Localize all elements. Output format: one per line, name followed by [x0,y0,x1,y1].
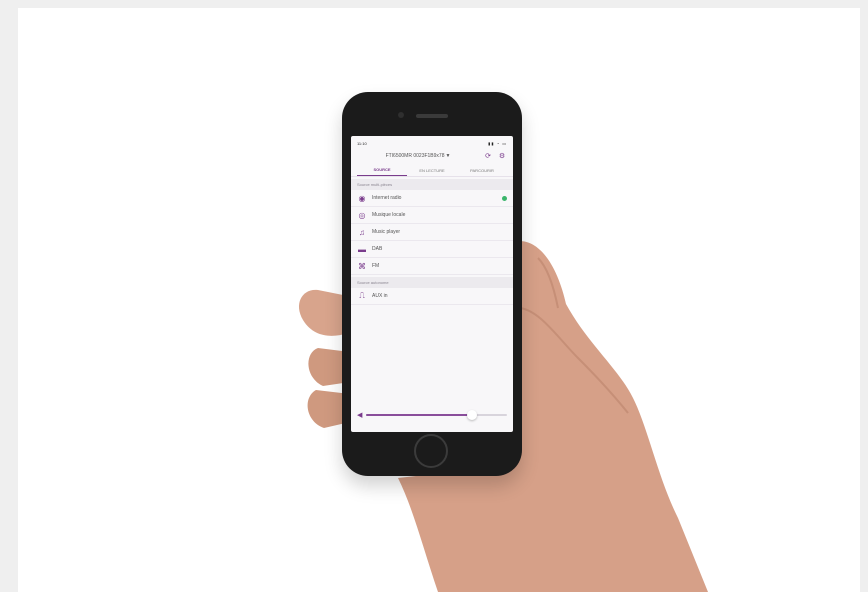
source-fm[interactable]: ⌘ FM [351,258,513,275]
refresh-icon[interactable]: ⟳ [483,151,493,161]
source-label: FM [372,263,380,269]
tab-source[interactable]: SOURCE [357,164,407,176]
volume-control: ◀ [351,408,513,422]
tab-parcourir[interactable]: PARCOURIR [457,164,507,176]
source-dab[interactable]: ▬ DAB [351,241,513,258]
active-indicator [502,195,507,201]
tab-bar: SOURCE EN LECTURE PARCOURIR [351,164,513,177]
earpiece-speaker [416,114,448,118]
radio-wave-icon: ◉ [358,193,366,203]
source-label: DAB [372,246,383,252]
source-musique-locale[interactable]: ◎ Musique locale [351,207,513,224]
home-button[interactable] [414,434,448,468]
volume-knob[interactable] [466,410,477,420]
source-label: Internet radio [372,195,402,201]
source-label: Musique locale [372,212,406,218]
local-music-icon: ◎ [358,210,366,220]
device-selector-bar: FTI6500MR 0023F1B9x78▼ ⟳ ⚙ [351,148,513,164]
photo-frame: 11:10 ▮▮ ◔ ▭ FTI6500MR 0023F1B9x78▼ ⟳ ⚙ … [18,8,860,592]
status-bar: 11:10 ▮▮ ◔ ▭ [351,136,513,148]
source-label: AUX in [372,293,388,299]
phone: 11:10 ▮▮ ◔ ▭ FTI6500MR 0023F1B9x78▼ ⟳ ⚙ … [342,92,522,476]
fm-icon: ⌘ [358,261,366,271]
dab-icon: ▬ [358,244,366,254]
section-autonomous: Source autonome [351,277,513,288]
front-camera [398,112,404,118]
section-multi-room: Source multi-pièces [351,179,513,190]
music-note-icon: ♫ [359,227,365,237]
volume-slider[interactable] [366,410,507,420]
source-aux-in[interactable]: ⎍ AUX in [351,288,513,305]
device-name: FTI6500MR 0023F1B9x78 [385,153,445,159]
gear-icon[interactable]: ⚙ [497,151,507,161]
status-time: 11:10 [357,140,367,146]
status-icons: ▮▮ ◔ ▭ [488,140,507,146]
aux-in-icon: ⎍ [359,291,365,300]
source-internet-radio[interactable]: ◉ Internet radio [351,190,513,207]
source-music-player[interactable]: ♫ Music player [351,224,513,241]
device-selector[interactable]: FTI6500MR 0023F1B9x78▼ [357,153,479,159]
chevron-down-icon: ▼ [445,153,451,159]
tab-en-lecture[interactable]: EN LECTURE [407,164,457,176]
source-label: Music player [372,229,401,235]
speaker-icon: ◀ [357,412,363,419]
volume-fill [366,414,472,416]
app-screen: 11:10 ▮▮ ◔ ▭ FTI6500MR 0023F1B9x78▼ ⟳ ⚙ … [351,136,513,432]
